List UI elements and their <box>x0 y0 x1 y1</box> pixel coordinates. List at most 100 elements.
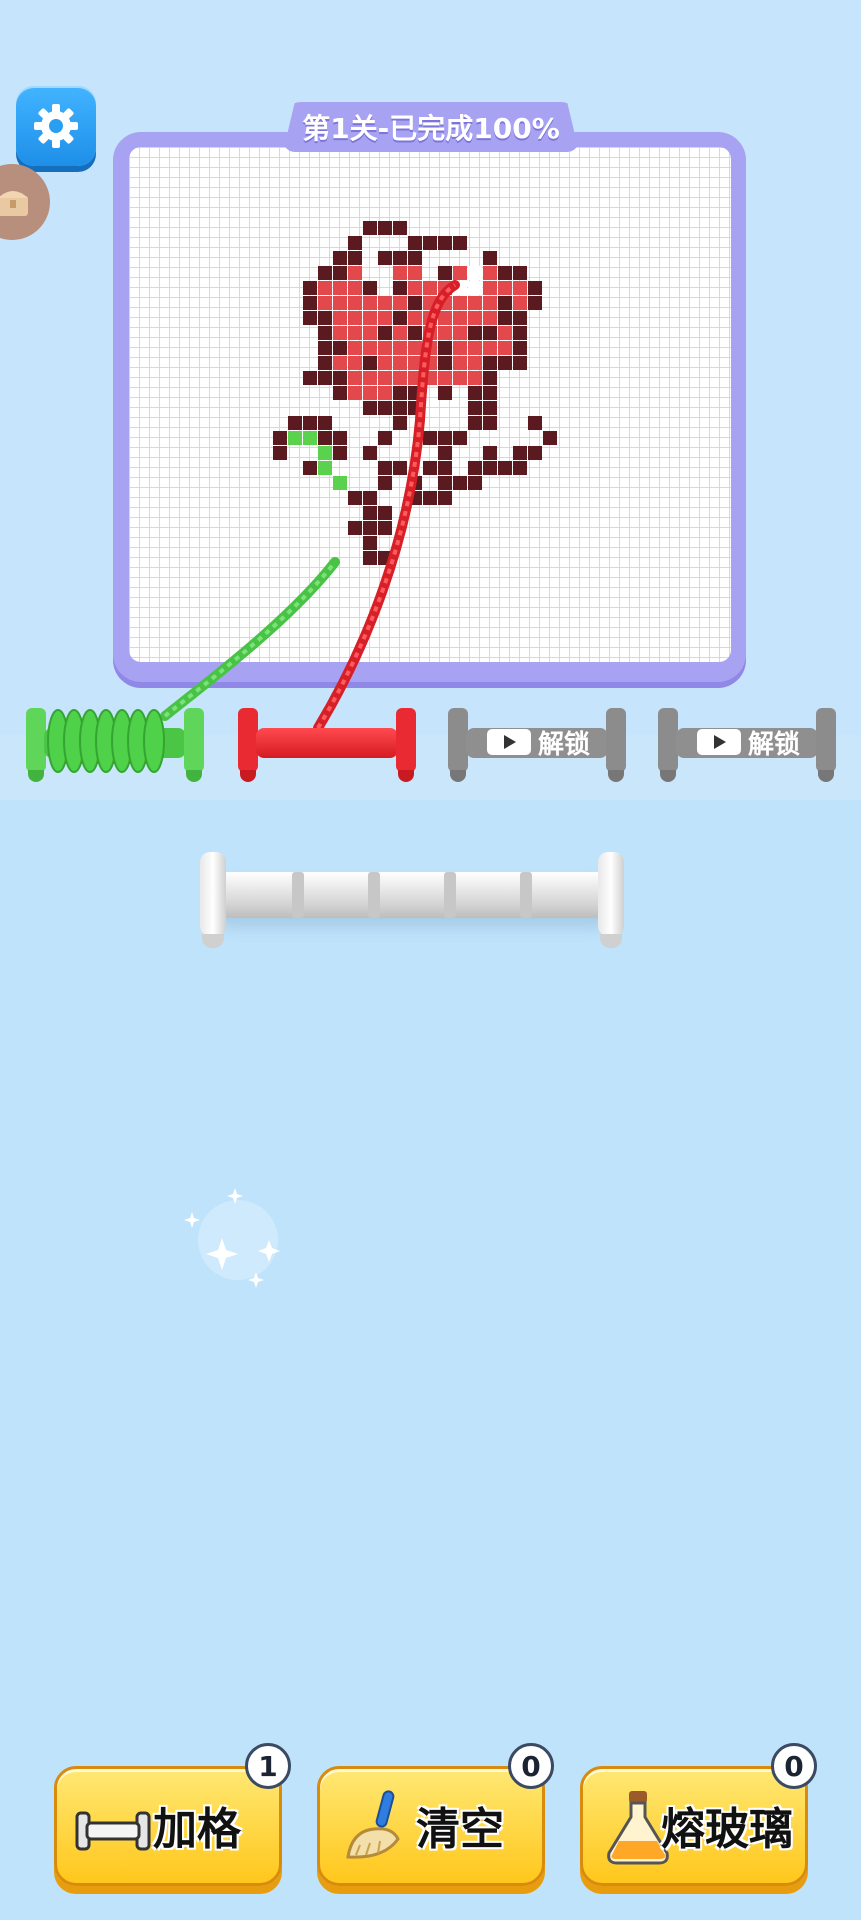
pixel-cell <box>468 371 482 385</box>
spool-foot <box>608 770 624 782</box>
pixel-cell <box>423 236 437 250</box>
pixel-cell <box>423 431 437 445</box>
pixel-cell <box>498 356 512 370</box>
pixel-cell <box>408 236 422 250</box>
add-slot-button[interactable]: 加格 1 <box>54 1743 291 1886</box>
pixel-cell <box>318 266 332 280</box>
pixel-cell <box>303 296 317 310</box>
pixel-cell <box>363 296 377 310</box>
pixel-cell <box>318 296 332 310</box>
spool-right-cap <box>816 708 836 772</box>
spool-foot <box>202 934 224 948</box>
pixel-cell <box>318 326 332 340</box>
pixel-cell <box>393 341 407 355</box>
pixel-cell <box>438 356 452 370</box>
pixel-cell <box>363 356 377 370</box>
pixel-cell <box>303 431 317 445</box>
pixel-cell <box>513 326 527 340</box>
pixel-cell <box>453 371 467 385</box>
pixel-cell <box>453 266 467 280</box>
pixel-cell <box>528 281 542 295</box>
pixel-board-frame <box>113 132 746 682</box>
pixel-cell <box>513 266 527 280</box>
unlock-button[interactable]: 解锁 <box>478 722 598 762</box>
pixel-cell <box>453 326 467 340</box>
pixel-cell <box>453 236 467 250</box>
pixel-cell <box>378 431 392 445</box>
pixel-cell <box>438 461 452 475</box>
pixel-cell <box>468 476 482 490</box>
pixel-cell <box>378 371 392 385</box>
pixel-cell <box>408 386 422 400</box>
pixel-cell <box>378 311 392 325</box>
spool-locked-1[interactable]: 解锁 <box>448 700 626 790</box>
pixel-cell <box>408 371 422 385</box>
pixel-cell <box>453 311 467 325</box>
pixel-cell <box>438 266 452 280</box>
pixel-cell <box>303 416 317 430</box>
pixel-cell <box>453 356 467 370</box>
pixel-cell <box>363 401 377 415</box>
spool-green[interactable] <box>26 700 204 790</box>
pixel-cell <box>363 311 377 325</box>
pixel-cell <box>438 281 452 295</box>
pixel-cell <box>468 401 482 415</box>
pixel-cell <box>333 431 347 445</box>
pixel-cell <box>438 326 452 340</box>
spool-red[interactable] <box>238 700 416 790</box>
play-area <box>0 800 861 1920</box>
pixel-cell <box>318 311 332 325</box>
empty-spool[interactable] <box>200 850 625 950</box>
spool-locked-2[interactable]: 解锁 <box>658 700 836 790</box>
pixel-cell <box>468 386 482 400</box>
spool-foot <box>240 770 256 782</box>
spool-left-cap <box>448 708 468 772</box>
pixel-cell <box>378 551 392 565</box>
settings-button[interactable] <box>16 86 96 166</box>
spool-right-cap <box>598 852 624 936</box>
pixel-cell <box>483 386 497 400</box>
pixel-cell <box>393 251 407 265</box>
pixel-cell <box>423 371 437 385</box>
clear-button[interactable]: 清空 0 <box>317 1743 554 1886</box>
pixel-cell <box>363 536 377 550</box>
melt-glass-count-badge: 0 <box>771 1743 817 1789</box>
pixel-cell <box>318 371 332 385</box>
pixel-cell <box>468 461 482 475</box>
pixel-cell <box>363 281 377 295</box>
pixel-cell <box>318 341 332 355</box>
pixel-cell <box>468 326 482 340</box>
spool-foot <box>28 770 44 782</box>
melt-glass-button[interactable]: 熔玻璃 0 <box>580 1743 817 1886</box>
pixel-cell <box>348 341 362 355</box>
pixel-cell <box>333 356 347 370</box>
pixel-cell <box>363 341 377 355</box>
pixel-cell <box>423 296 437 310</box>
pixel-cell <box>363 506 377 520</box>
pixel-cell <box>303 461 317 475</box>
spool-bar <box>218 872 608 918</box>
pixel-cell <box>348 251 362 265</box>
pixel-cell <box>408 356 422 370</box>
pixel-cell <box>528 446 542 460</box>
pixel-cell <box>438 296 452 310</box>
pixel-cell <box>543 431 557 445</box>
pixel-cell <box>423 461 437 475</box>
pixel-cell <box>378 251 392 265</box>
pixel-board[interactable] <box>129 147 731 662</box>
pixel-cell <box>348 386 362 400</box>
pixel-cell <box>333 371 347 385</box>
pixel-cell <box>408 326 422 340</box>
pixel-cell <box>483 371 497 385</box>
pixel-cell <box>333 341 347 355</box>
pixel-cell <box>333 266 347 280</box>
pixel-cell <box>378 326 392 340</box>
pixel-cell <box>348 281 362 295</box>
spool-foot <box>660 770 676 782</box>
pixel-cell <box>363 221 377 235</box>
pixel-cell <box>513 356 527 370</box>
pixel-cell <box>408 341 422 355</box>
unlock-button[interactable]: 解锁 <box>688 722 808 762</box>
level-title: 第1关-已完成100% <box>302 112 560 145</box>
clear-count-badge: 0 <box>508 1743 554 1789</box>
